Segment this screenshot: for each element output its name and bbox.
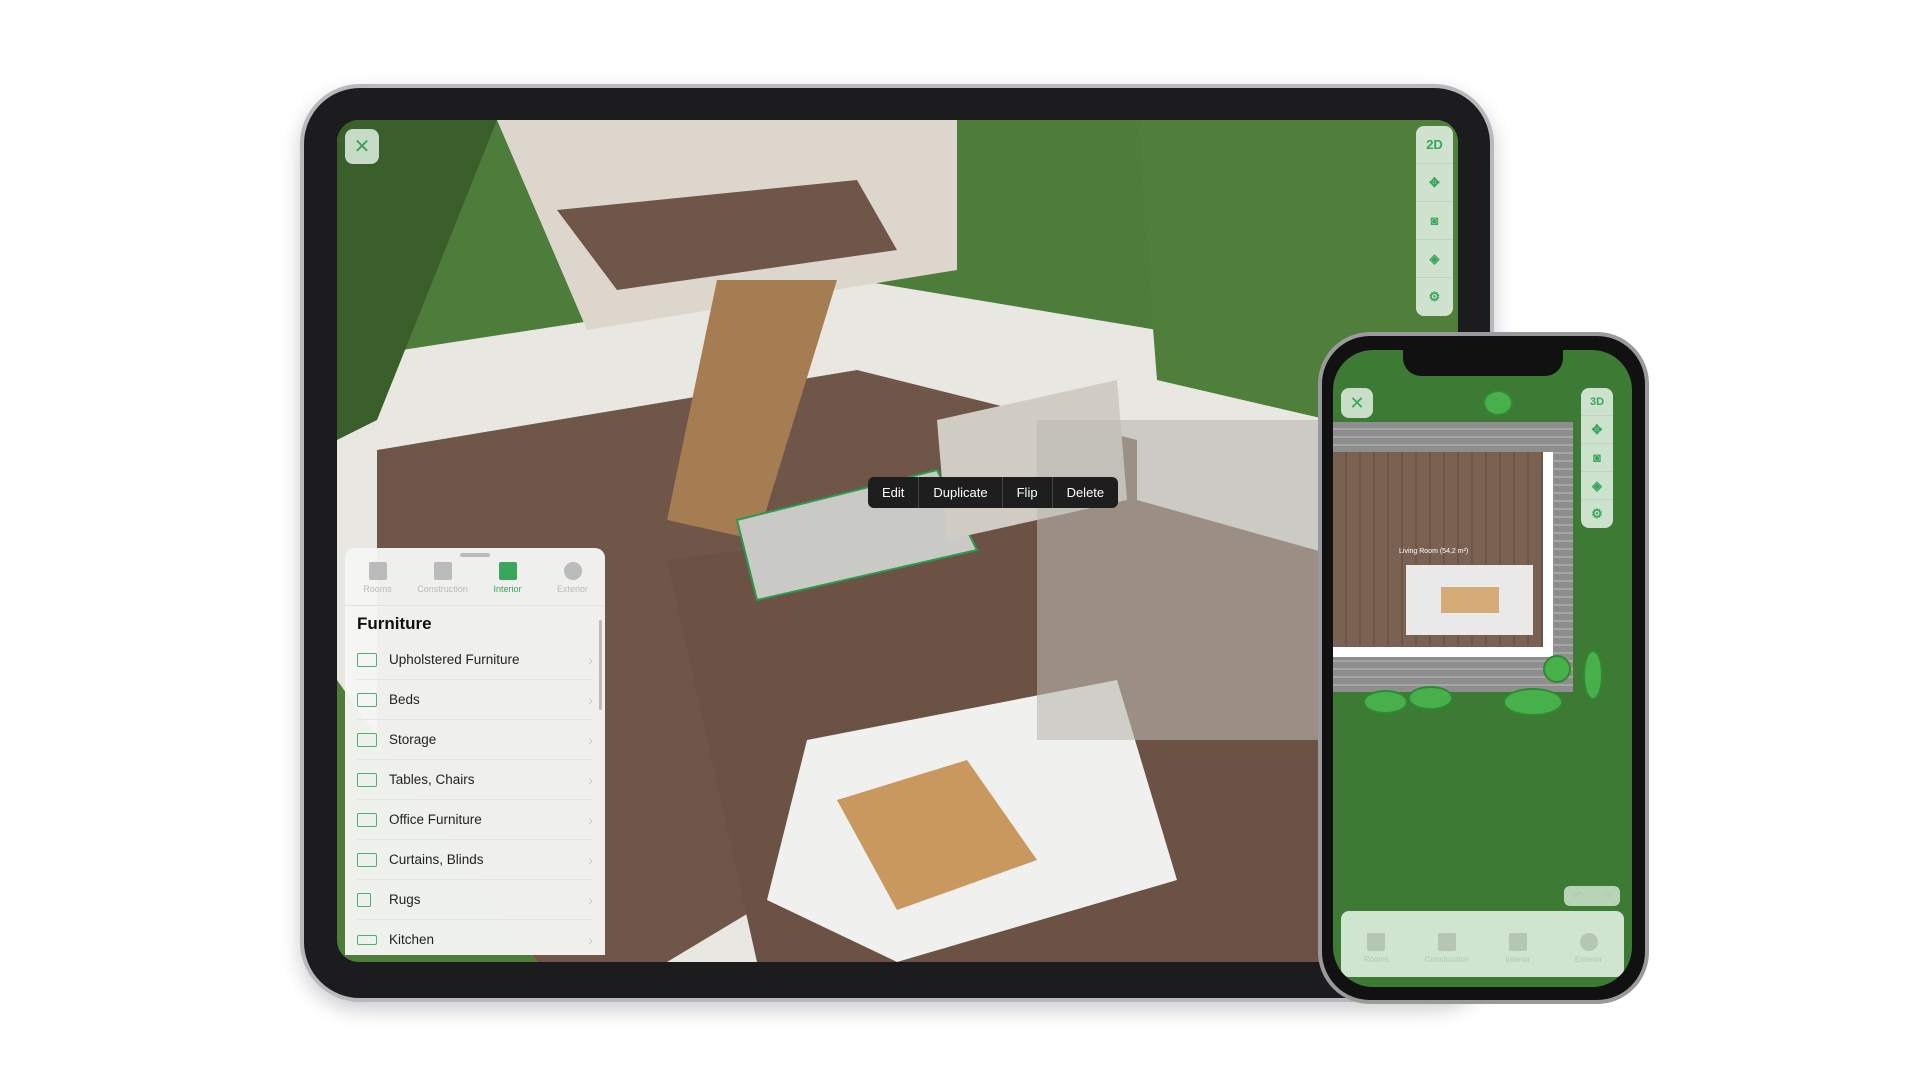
rug-icon [357, 892, 371, 907]
list-item-beds[interactable]: Beds › [357, 680, 593, 720]
chevron-right-icon: › [588, 651, 593, 668]
chevron-right-icon: › [588, 931, 593, 948]
construction-icon [433, 562, 452, 580]
tab-rooms[interactable]: Rooms [1341, 933, 1412, 977]
settings-icon[interactable]: ⚙ [1416, 278, 1453, 316]
phone-toolbar: 3D ✥ ◙ ◈ ⚙ [1581, 388, 1613, 528]
desk-icon [357, 812, 377, 827]
shrub [1583, 650, 1603, 700]
chevron-right-icon: › [588, 851, 593, 868]
tab-construction[interactable]: Construction [1412, 933, 1483, 977]
close-icon: ✕ [353, 136, 371, 158]
list-item-curtains[interactable]: Curtains, Blinds › [357, 840, 593, 880]
view-mode-toggle[interactable]: 3D [1581, 388, 1613, 416]
context-menu: Edit Duplicate Flip Delete [868, 477, 1119, 508]
list-item-tables-chairs[interactable]: Tables, Chairs › [357, 760, 593, 800]
shrub [1483, 390, 1513, 416]
close-icon: ✕ [1349, 392, 1365, 413]
chevron-right-icon: › [588, 691, 593, 708]
table-chair-icon [357, 772, 377, 787]
construction-icon [1438, 933, 1457, 951]
settings-icon[interactable]: ⚙ [1581, 500, 1613, 528]
shrub [1503, 688, 1563, 716]
redo-button[interactable]: ↷ [1601, 889, 1611, 903]
panel-grab-handle[interactable] [460, 553, 490, 557]
curtain-icon [357, 852, 377, 867]
chevron-right-icon: › [588, 731, 593, 748]
tab-rooms[interactable]: Rooms [345, 562, 410, 605]
rooms-icon [1367, 933, 1386, 951]
phone-notch [1403, 350, 1563, 376]
rooms-icon [368, 562, 387, 580]
panel-scrollbar[interactable] [599, 620, 602, 710]
shrub [1543, 655, 1571, 683]
list-item-office[interactable]: Office Furniture › [357, 800, 593, 840]
tab-exterior[interactable]: Exterior [1553, 933, 1624, 977]
tree-icon [563, 562, 582, 580]
catalog-panel: Rooms Construction Interior Exterior Fur… [345, 548, 605, 955]
undo-button[interactable]: ↶ [1573, 889, 1583, 903]
room-label: Living Room (54,2 m²) [1399, 548, 1469, 555]
shrub [1363, 690, 1408, 714]
phone-catalog-bar: Rooms Construction Interior Exterior [1341, 911, 1624, 977]
layers-icon[interactable]: ◈ [1416, 240, 1453, 278]
view-mode-toggle[interactable]: 2D [1416, 126, 1453, 164]
chevron-right-icon: › [588, 771, 593, 788]
chevron-right-icon: › [588, 811, 593, 828]
phone-screen: Living Room (54,2 m²) ✕ 3D ✥ ◙ ◈ ⚙ ↶ ↷ R… [1333, 350, 1632, 987]
layers-icon[interactable]: ◈ [1581, 472, 1613, 500]
undo-redo: ↶ ↷ [1564, 886, 1620, 906]
close-button[interactable]: ✕ [1341, 388, 1373, 418]
tree-icon [1579, 933, 1598, 951]
edit-button[interactable]: Edit [868, 477, 920, 508]
panel-title: Furniture [357, 614, 432, 633]
tab-interior[interactable]: Interior [1483, 933, 1554, 977]
camera-icon[interactable]: ◙ [1581, 444, 1613, 472]
move-icon[interactable]: ✥ [1581, 416, 1613, 444]
close-button[interactable]: ✕ [345, 129, 379, 164]
list-item-rugs[interactable]: Rugs › [357, 880, 593, 920]
chevron-right-icon: › [588, 891, 593, 908]
kitchen-icon [357, 934, 377, 945]
list-item-storage[interactable]: Storage › [357, 720, 593, 760]
armchair-icon [1508, 933, 1527, 951]
move-icon[interactable]: ✥ [1416, 164, 1453, 202]
delete-button[interactable]: Delete [1053, 477, 1119, 508]
dining-table[interactable] [1441, 587, 1499, 613]
tablet-toolbar: 2D ✥ ◙ ◈ ⚙ [1416, 126, 1453, 316]
duplicate-button[interactable]: Duplicate [919, 477, 1003, 508]
bed-icon [357, 692, 377, 707]
tab-exterior[interactable]: Exterior [540, 562, 605, 605]
shrub [1408, 686, 1453, 710]
tab-interior[interactable]: Interior [475, 562, 540, 605]
wardrobe-icon [357, 732, 377, 747]
list-item-upholstered[interactable]: Upholstered Furniture › [357, 640, 593, 680]
list-item-kitchen[interactable]: Kitchen › [357, 920, 593, 955]
armchair-icon [498, 562, 517, 580]
sofa-icon [357, 652, 377, 667]
camera-icon[interactable]: ◙ [1416, 202, 1453, 240]
tab-construction[interactable]: Construction [410, 562, 475, 605]
flip-button[interactable]: Flip [1003, 477, 1053, 508]
